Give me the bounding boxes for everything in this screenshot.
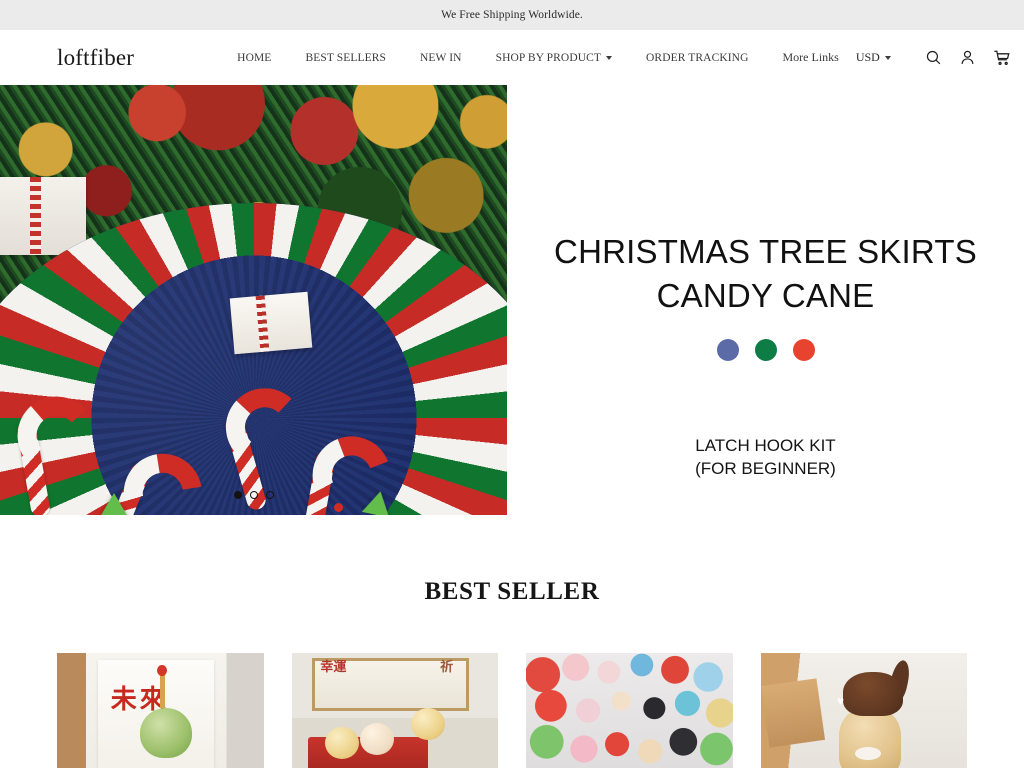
color-swatch-blue[interactable] bbox=[716, 339, 739, 362]
tree-skirt-product bbox=[0, 203, 507, 515]
doll-tag bbox=[855, 746, 882, 760]
color-swatches bbox=[716, 339, 815, 362]
product-card-crochet-cabbage[interactable]: 未來 bbox=[57, 653, 264, 768]
hero-title-line-2: CANDY CANE bbox=[656, 276, 875, 314]
hero-subtitle-line-1: LATCH HOOK KIT bbox=[695, 436, 836, 456]
section-title: BEST SELLER bbox=[424, 578, 600, 605]
gift-box-left bbox=[0, 177, 86, 255]
hero-title: CHRISTMAS TREE SKIRTS CANDY CANE bbox=[554, 230, 977, 317]
nav-label: NEW IN bbox=[419, 51, 462, 64]
chevron-down-icon bbox=[884, 56, 891, 60]
cart-icon bbox=[994, 50, 1010, 65]
best-seller-section: BEST SELLER 未來 幸運 祈 ♥ bbox=[0, 515, 1024, 768]
yarn-tip bbox=[156, 665, 167, 676]
nav-label: HOME bbox=[237, 51, 272, 64]
nav-label: BEST SELLERS bbox=[305, 51, 386, 64]
product-card-grid: 未來 幸運 祈 ♥ bbox=[0, 653, 1024, 768]
nav-item-shop-by-product[interactable]: SHOP BY PRODUCT bbox=[479, 52, 629, 64]
announcement-text: We Free Shipping Worldwide. bbox=[441, 9, 583, 21]
currency-selector[interactable]: USD bbox=[856, 50, 891, 65]
product-card-mini-dolls[interactable] bbox=[526, 653, 733, 768]
main-navigation: HOME BEST SELLERS NEW IN SHOP BY PRODUCT… bbox=[220, 50, 856, 65]
carousel-dot-1[interactable] bbox=[233, 491, 242, 499]
crochet-plush bbox=[324, 727, 359, 760]
cart-button[interactable] bbox=[985, 41, 1019, 75]
nav-label: SHOP BY PRODUCT bbox=[495, 51, 602, 64]
gift-box-center bbox=[229, 291, 313, 355]
nav-item-home[interactable]: HOME bbox=[220, 52, 288, 64]
product-thumbnail bbox=[526, 653, 733, 768]
hero-image[interactable] bbox=[0, 85, 507, 515]
product-card-brown-bunny-doll[interactable]: ♥ bbox=[760, 653, 967, 768]
site-header: loftfiber HOME BEST SELLERS NEW IN SHOP … bbox=[0, 30, 1024, 85]
color-swatch-red[interactable] bbox=[792, 339, 815, 362]
site-logo[interactable]: loftfiber bbox=[57, 46, 134, 69]
hero-banner: CHRISTMAS TREE SKIRTS CANDY CANE LATCH H… bbox=[0, 85, 1024, 515]
carousel-dots bbox=[0, 491, 507, 499]
header-actions: USD bbox=[856, 41, 1019, 75]
chevron-down-icon bbox=[606, 56, 613, 60]
carousel-dot-2[interactable] bbox=[249, 491, 258, 499]
berry-motif bbox=[334, 503, 343, 512]
nav-item-order-tracking[interactable]: ORDER TRACKING bbox=[629, 52, 765, 64]
announcement-bar: We Free Shipping Worldwide. bbox=[0, 0, 1024, 30]
crochet-cabbage bbox=[139, 708, 192, 759]
nav-label: ORDER TRACKING bbox=[646, 51, 749, 64]
hero-title-line-1: CHRISTMAS TREE SKIRTS bbox=[554, 233, 977, 270]
product-thumbnail: ♥ bbox=[760, 653, 967, 768]
hero-subtitle-line-2: (FOR BEGINNER) bbox=[695, 459, 836, 479]
product-thumbnail: 幸運 祈 bbox=[291, 653, 498, 768]
nav-item-new-in[interactable]: NEW IN bbox=[403, 52, 479, 64]
nav-label: More Links bbox=[782, 50, 839, 64]
card-hanzi-text: 幸運 bbox=[320, 660, 347, 676]
doll-hat bbox=[843, 672, 904, 717]
currency-label: USD bbox=[855, 50, 880, 64]
cardboard-box bbox=[760, 678, 825, 748]
search-icon bbox=[927, 50, 941, 65]
nav-item-best-sellers[interactable]: BEST SELLERS bbox=[288, 52, 403, 64]
product-thumbnail: 未來 bbox=[57, 653, 264, 768]
crochet-plush bbox=[411, 708, 446, 741]
hero-subtitle: LATCH HOOK KIT (FOR BEGINNER) bbox=[695, 435, 836, 481]
account-button[interactable] bbox=[951, 41, 985, 75]
nav-item-more-links[interactable]: More Links bbox=[766, 50, 856, 65]
account-icon bbox=[961, 50, 974, 64]
color-swatch-green[interactable] bbox=[754, 339, 777, 362]
search-button[interactable] bbox=[917, 41, 951, 75]
card-hanzi-text-secondary: 祈 bbox=[440, 660, 454, 676]
carousel-dot-3[interactable] bbox=[265, 491, 274, 499]
product-card-crochet-plush[interactable]: 幸運 祈 bbox=[291, 653, 498, 768]
hero-content: CHRISTMAS TREE SKIRTS CANDY CANE LATCH H… bbox=[507, 85, 1024, 515]
crochet-plush bbox=[359, 722, 394, 755]
heart-icon: ♥ bbox=[836, 693, 845, 708]
